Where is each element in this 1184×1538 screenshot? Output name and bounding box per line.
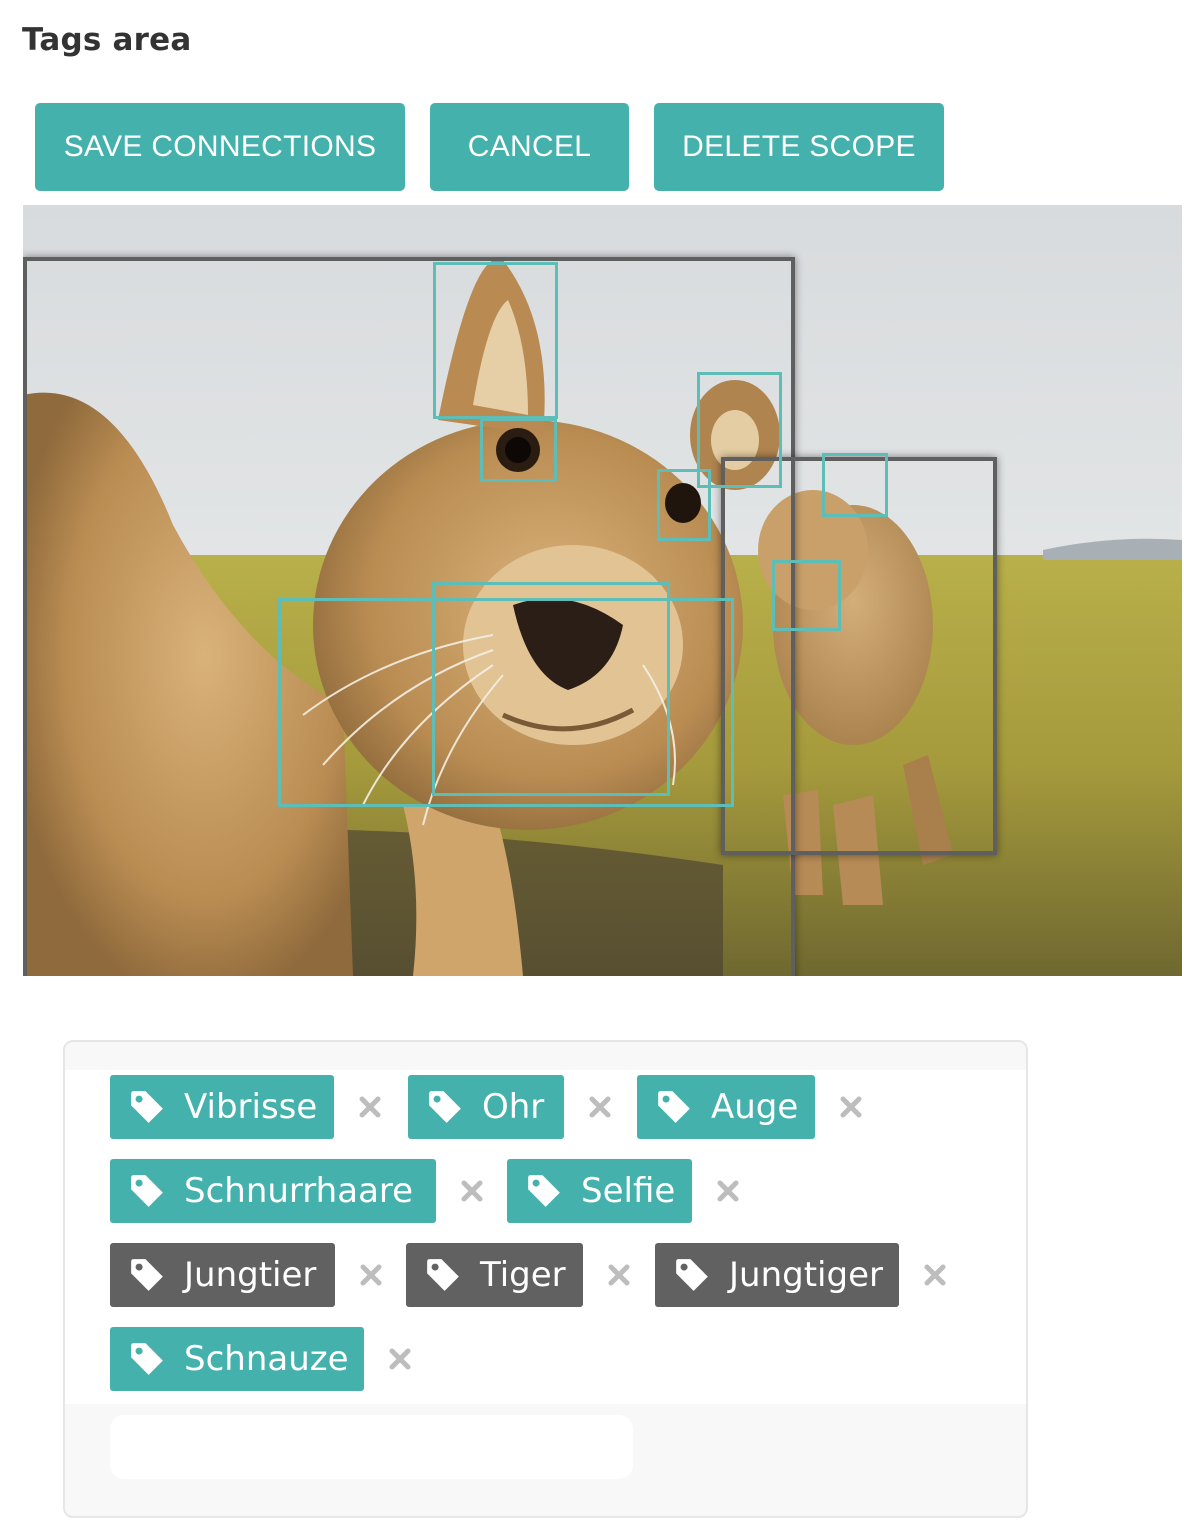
remove-tag-icon[interactable]	[713, 1176, 743, 1206]
tag-label: Ohr	[482, 1087, 545, 1127]
toolbar: SAVE CONNECTIONS CANCEL DELETE SCOPE	[0, 103, 1184, 191]
tag-icon	[673, 1256, 711, 1294]
tag-chip[interactable]: Ohr	[408, 1075, 564, 1139]
page-title: Tags area	[22, 22, 192, 58]
tag-chip[interactable]: Tiger	[406, 1243, 583, 1307]
tag-icon	[426, 1088, 464, 1126]
cancel-button[interactable]: CANCEL	[430, 103, 629, 191]
tag-icon	[525, 1172, 563, 1210]
tagged-photo[interactable]	[23, 205, 1182, 976]
remove-tag-icon[interactable]	[385, 1344, 415, 1374]
new-tag-input[interactable]	[110, 1415, 633, 1479]
remove-tag-icon[interactable]	[457, 1176, 487, 1206]
tag-icon	[128, 1340, 166, 1378]
tag-label: Schnauze	[184, 1339, 349, 1379]
remove-tag-icon[interactable]	[604, 1260, 634, 1290]
tag-label: Tiger	[480, 1255, 566, 1295]
tag-label: Vibrisse	[184, 1087, 318, 1127]
tag-chip[interactable]: Vibrisse	[110, 1075, 334, 1139]
tag-region-eye-1[interactable]	[480, 418, 557, 482]
tag-label: Jungtier	[184, 1255, 317, 1295]
tag-chip[interactable]: Auge	[637, 1075, 815, 1139]
tag-chip[interactable]: Schnurrhaare	[110, 1159, 436, 1223]
tag-region-small-ear[interactable]	[822, 453, 888, 517]
tag-label: Schnurrhaare	[184, 1171, 414, 1211]
tag-icon	[655, 1088, 693, 1126]
tag-label: Auge	[711, 1087, 799, 1127]
tag-icon	[424, 1256, 462, 1294]
tag-region-eye-2[interactable]	[657, 469, 711, 541]
remove-tag-icon[interactable]	[585, 1092, 615, 1122]
tag-icon	[128, 1088, 166, 1126]
tag-icon	[128, 1256, 166, 1294]
tags-panel: Vibrisse Ohr Auge Schnurrhaare Selfie Jungtie…	[63, 1040, 1028, 1518]
tag-label: Selfie	[581, 1171, 676, 1211]
remove-tag-icon[interactable]	[920, 1260, 950, 1290]
tag-region-small-muzzle[interactable]	[772, 560, 841, 631]
tag-chip[interactable]: Jungtier	[110, 1243, 335, 1307]
tag-region-muzzle[interactable]	[432, 582, 670, 796]
tag-chip[interactable]: Schnauze	[110, 1327, 364, 1391]
remove-tag-icon[interactable]	[356, 1260, 386, 1290]
tag-icon	[128, 1172, 166, 1210]
remove-tag-icon[interactable]	[355, 1092, 385, 1122]
tag-label: Jungtiger	[729, 1255, 883, 1295]
save-connections-button[interactable]: SAVE CONNECTIONS	[35, 103, 405, 191]
delete-scope-button[interactable]: DELETE SCOPE	[654, 103, 944, 191]
tag-chip[interactable]: Jungtiger	[655, 1243, 899, 1307]
remove-tag-icon[interactable]	[836, 1092, 866, 1122]
tag-chip[interactable]: Selfie	[507, 1159, 692, 1223]
tag-region-ear-1[interactable]	[433, 262, 558, 419]
